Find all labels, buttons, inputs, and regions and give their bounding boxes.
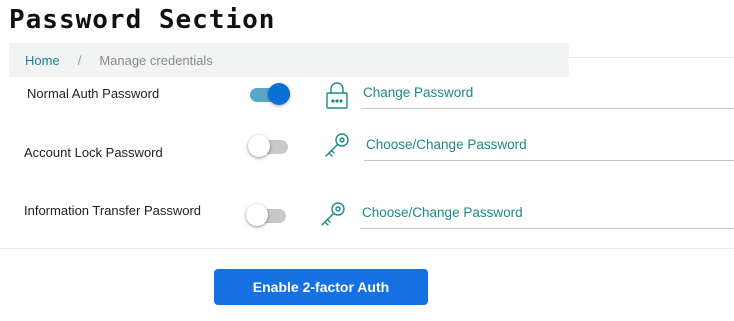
divider xyxy=(0,248,734,249)
enable-2fa-button[interactable]: Enable 2-factor Auth xyxy=(214,269,428,305)
divider xyxy=(560,57,734,58)
breadcrumb-current: Manage credentials xyxy=(99,52,213,68)
toggle-knob xyxy=(246,204,268,226)
key-icon xyxy=(322,131,352,161)
toggle-information-transfer[interactable] xyxy=(246,202,290,228)
toggle-account-lock[interactable] xyxy=(248,133,292,159)
page-title: Password Section xyxy=(9,5,276,35)
breadcrumb-separator: / xyxy=(77,52,82,68)
change-password-link[interactable]: Change Password xyxy=(361,84,734,109)
row-label-account-lock: Account Lock Password xyxy=(24,145,163,160)
breadcrumb: Home / Manage credentials xyxy=(9,43,569,77)
choose-change-password-link[interactable]: Choose/Change Password xyxy=(360,204,734,229)
row-label-information-transfer: Information Transfer Password xyxy=(24,203,202,218)
choose-change-password-link[interactable]: Choose/Change Password xyxy=(364,136,734,161)
toggle-knob xyxy=(248,135,270,157)
breadcrumb-home-link[interactable]: Home xyxy=(25,53,60,68)
toggle-normal-auth[interactable] xyxy=(250,81,294,107)
row-label-normal-auth: Normal Auth Password xyxy=(27,86,160,101)
lock-icon xyxy=(322,80,352,110)
key-icon xyxy=(318,200,348,230)
toggle-knob xyxy=(268,83,290,105)
